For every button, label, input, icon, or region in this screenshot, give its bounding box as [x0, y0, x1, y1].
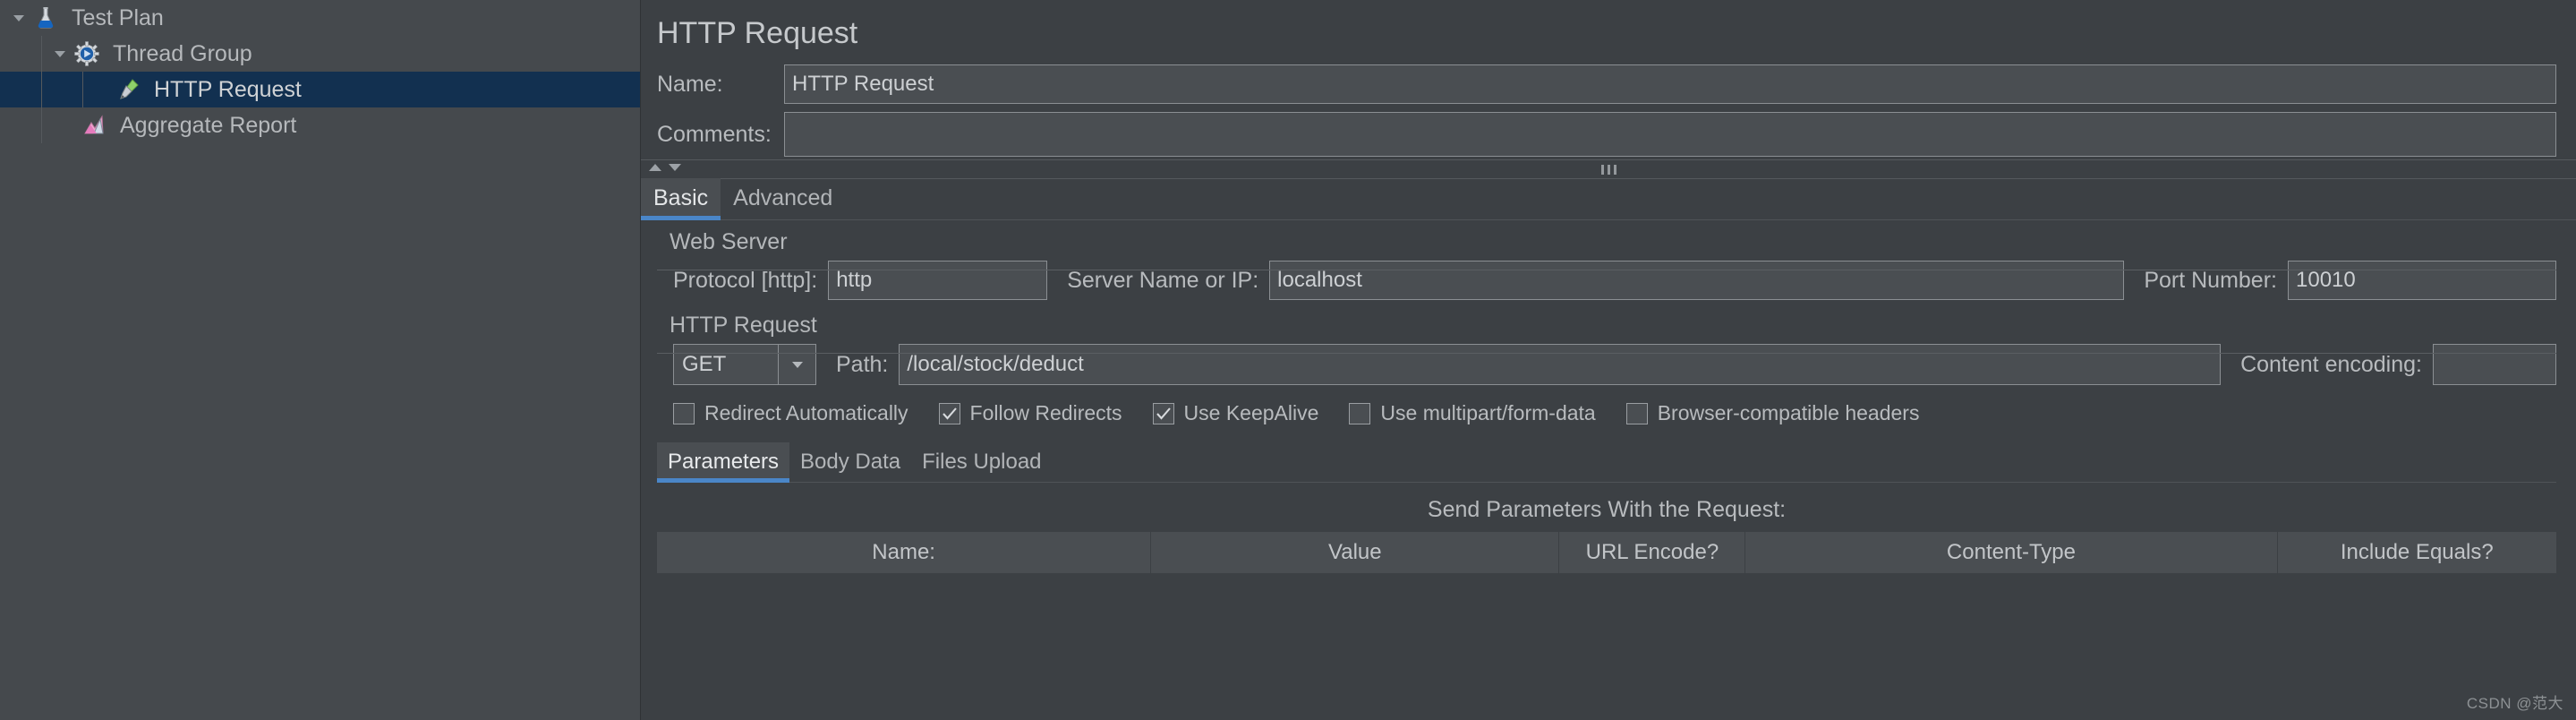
checkbox-use-keepalive[interactable]: Use KeepAlive: [1152, 401, 1319, 425]
checkbox-browser-compatible-headers[interactable]: Browser-compatible headers: [1625, 401, 1920, 425]
web-server-group-title: Web Server: [657, 229, 795, 255]
tree-indent-guide: [41, 107, 42, 143]
content-encoding-label: Content encoding:: [2240, 351, 2422, 377]
check-icon: [942, 407, 957, 420]
test-plan-tree-panel: Test Plan Thread Group HTTP Request Aggr…: [0, 0, 641, 720]
tree-item-label: HTTP Request: [154, 76, 302, 102]
tab-files-upload[interactable]: Files Upload: [911, 442, 1052, 482]
column-header-value[interactable]: Value: [1150, 532, 1560, 573]
server-name-label: Server Name or IP:: [1067, 267, 1259, 293]
http-request-group-title: HTTP Request: [657, 313, 824, 339]
name-input[interactable]: HTTP Request: [784, 64, 2556, 104]
chart-icon: [79, 110, 109, 141]
table-header-row: Name: Value URL Encode? Content-Type Inc…: [657, 532, 2556, 573]
name-row: Name: HTTP Request: [641, 59, 2576, 109]
tab-basic[interactable]: Basic: [641, 178, 721, 220]
checkbox-label: Follow Redirects: [969, 401, 1122, 424]
tab-body-data[interactable]: Body Data: [789, 442, 911, 482]
server-name-input[interactable]: localhost: [1269, 261, 2125, 300]
protocol-label: Protocol [http]:: [673, 267, 818, 293]
checkbox-box[interactable]: [938, 402, 960, 424]
main-tabstrip: Basic Advanced: [641, 178, 2576, 220]
chevron-down-icon[interactable]: [48, 42, 72, 65]
checkbox-label: Redirect Automatically: [704, 401, 908, 424]
parameters-table: Name: Value URL Encode? Content-Type Inc…: [657, 532, 2556, 573]
column-header-url-encode[interactable]: URL Encode?: [1558, 532, 1746, 573]
pencil-icon: [113, 74, 143, 105]
gear-icon: [72, 39, 102, 69]
tree-indent-guide: [41, 36, 42, 72]
column-header-include-equals[interactable]: Include Equals?: [2277, 532, 2556, 573]
comments-row: Comments:: [641, 109, 2576, 159]
request-options-row: Redirect Automatically Follow Redirects …: [657, 389, 2556, 434]
tab-parameters[interactable]: Parameters: [657, 442, 790, 483]
tree-indent-guide: [82, 72, 83, 107]
web-server-group: Web Server Protocol [http]: http Server …: [657, 229, 2556, 300]
http-request-group: HTTP Request GET Path: /local/stock/dedu…: [657, 313, 2556, 385]
tree-item-label: Thread Group: [113, 40, 252, 66]
checkbox-use-multipart-form-data[interactable]: Use multipart/form-data: [1349, 401, 1596, 425]
tree-item-label: Test Plan: [72, 4, 164, 30]
path-label: Path:: [836, 351, 889, 377]
tree-item-label: Aggregate Report: [120, 112, 297, 138]
column-header-name[interactable]: Name:: [657, 532, 1152, 573]
check-icon: [1156, 407, 1171, 420]
port-number-input[interactable]: 10010: [2288, 261, 2556, 300]
checkbox-redirect-automatically[interactable]: Redirect Automatically: [673, 401, 908, 425]
jmeter-window: Test Plan Thread Group HTTP Request Aggr…: [0, 0, 2576, 720]
name-label: Name:: [657, 71, 723, 97]
checkbox-box[interactable]: [1625, 402, 1648, 424]
checkbox-box[interactable]: [1349, 402, 1371, 424]
column-header-content-type[interactable]: Content-Type: [1744, 532, 2278, 573]
page-title: HTTP Request: [657, 16, 858, 50]
tree-item-test-plan[interactable]: Test Plan: [0, 0, 640, 36]
comments-input[interactable]: [784, 112, 2556, 157]
group-divider: [657, 353, 2556, 354]
splitter-grip[interactable]: [641, 160, 2576, 178]
flask-icon: [30, 3, 61, 33]
checkbox-box[interactable]: [673, 402, 695, 424]
chevron-down-icon[interactable]: [778, 345, 815, 384]
tab-advanced[interactable]: Advanced: [721, 178, 845, 219]
checkbox-follow-redirects[interactable]: Follow Redirects: [938, 401, 1122, 425]
http-method-select[interactable]: GET: [673, 344, 816, 385]
http-method-value: GET: [682, 352, 727, 376]
basic-tab-panel: Web Server Protocol [http]: http Server …: [641, 220, 2576, 720]
parameters-tabstrip: Parameters Body Data Files Upload: [657, 442, 2556, 483]
content-encoding-input[interactable]: [2433, 344, 2556, 385]
tree-item-http-request[interactable]: HTTP Request: [0, 72, 640, 107]
group-divider-left: [657, 353, 666, 354]
comments-label: Comments:: [657, 121, 772, 147]
tree-item-thread-group[interactable]: Thread Group: [0, 36, 640, 72]
web-server-fields: Protocol [http]: http Server Name or IP:…: [657, 255, 2556, 300]
checkbox-label: Browser-compatible headers: [1657, 401, 1920, 424]
http-request-editor: HTTP Request Name: HTTP Request Comments…: [641, 0, 2576, 720]
tree-indent-guide: [41, 72, 42, 107]
tree-item-aggregate-report[interactable]: Aggregate Report: [0, 107, 640, 143]
checkbox-label: Use multipart/form-data: [1380, 401, 1596, 424]
checkbox-label: Use KeepAlive: [1183, 401, 1319, 424]
chevron-down-icon[interactable]: [7, 6, 30, 30]
protocol-input[interactable]: http: [828, 261, 1048, 300]
watermark: CSDN @范大: [2466, 695, 2563, 712]
send-parameters-caption: Send Parameters With the Request:: [1427, 497, 1787, 522]
path-input[interactable]: /local/stock/deduct: [899, 344, 2222, 385]
panel-splitter[interactable]: [641, 159, 2576, 179]
http-request-fields: GET Path: /local/stock/deduct Content en…: [657, 339, 2556, 385]
port-number-label: Port Number:: [2144, 267, 2277, 293]
checkbox-box[interactable]: [1152, 402, 1174, 424]
